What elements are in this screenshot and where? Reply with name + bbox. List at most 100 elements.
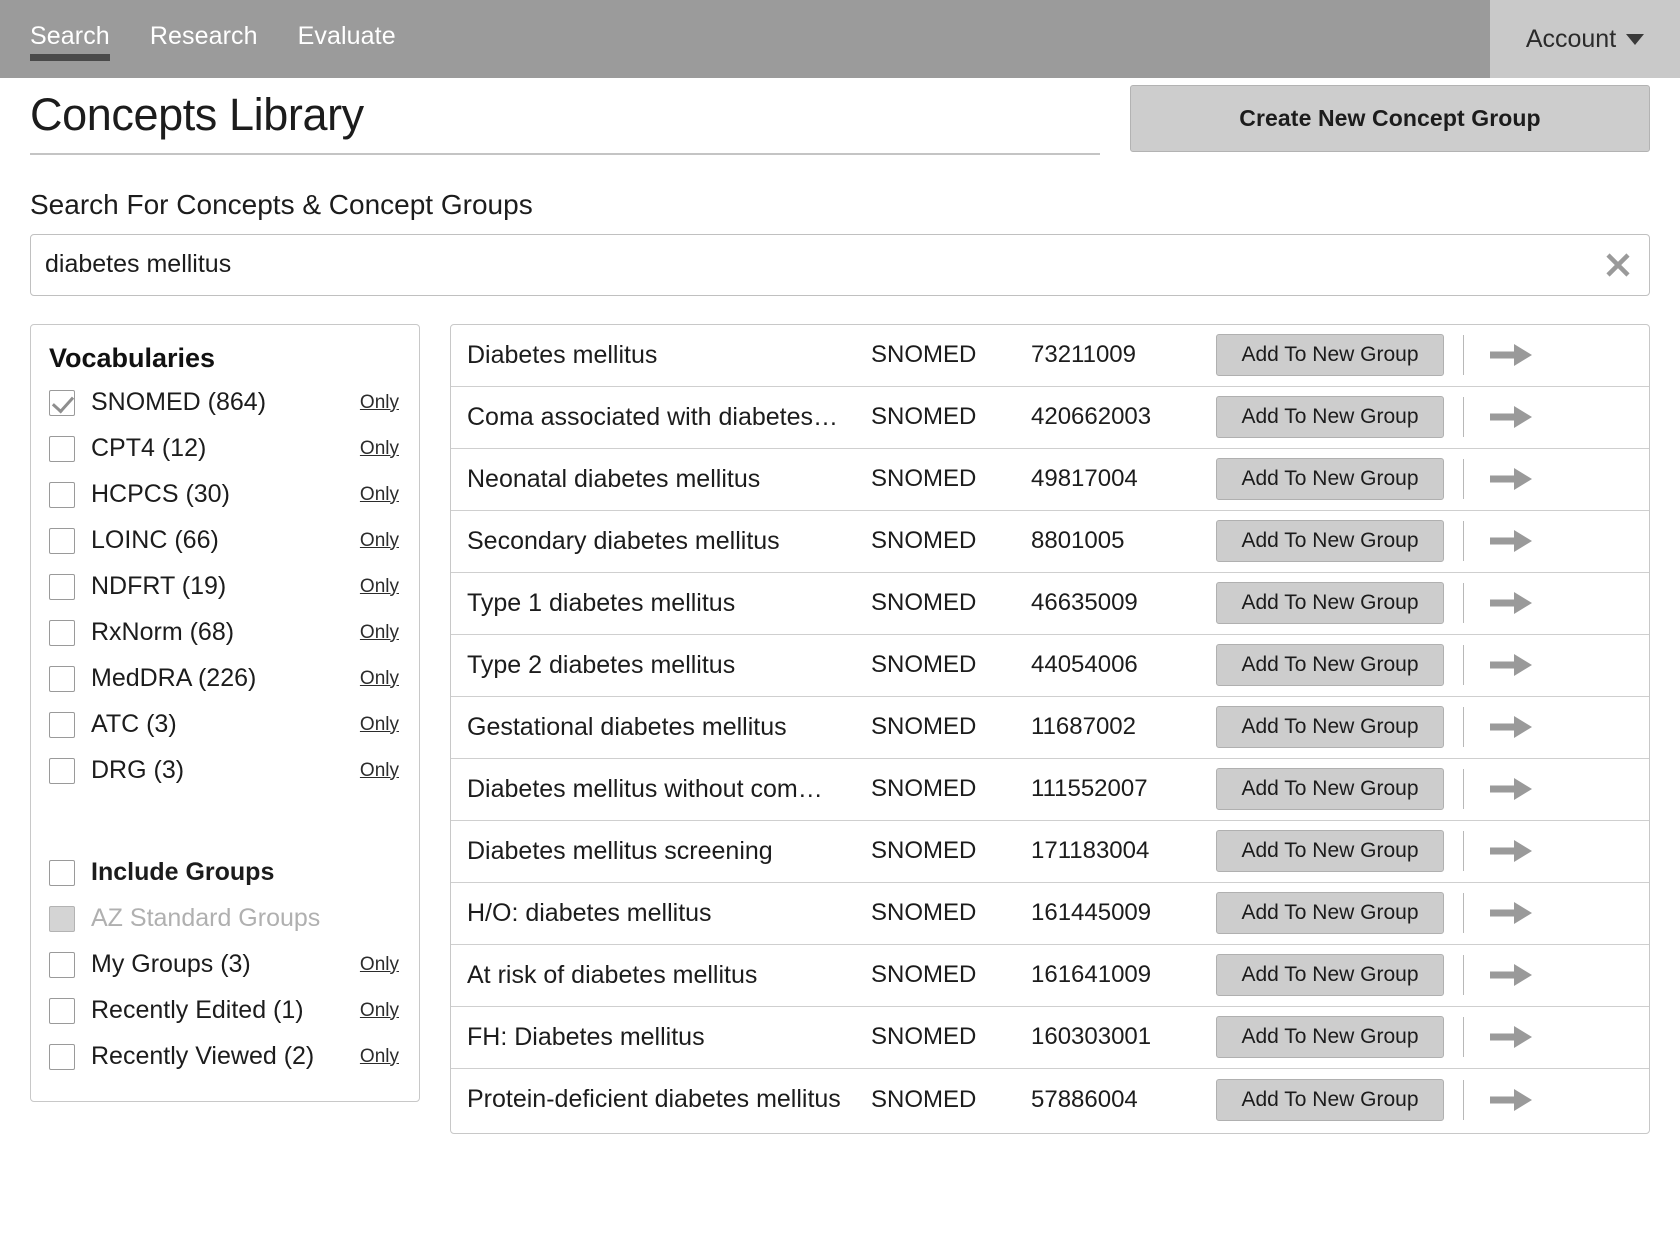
- nav-tab-evaluate[interactable]: Evaluate: [298, 0, 396, 49]
- filter-row[interactable]: My Groups (3) Only: [49, 942, 399, 988]
- arrow-right-icon[interactable]: [1490, 342, 1532, 368]
- checkbox-icon[interactable]: [49, 859, 75, 886]
- checkbox-icon[interactable]: [49, 389, 75, 416]
- filter-row[interactable]: ATC (3) Only: [49, 702, 399, 748]
- table-row[interactable]: Neonatal diabetes mellitus SNOMED 49817004…: [451, 449, 1649, 511]
- table-row[interactable]: FH: Diabetes mellitus SNOMED 160303001 Add …: [451, 1007, 1649, 1069]
- table-row[interactable]: Diabetes mellitus screening SNOMED 1711830…: [451, 821, 1649, 883]
- nav-tab-search[interactable]: Search: [30, 0, 110, 61]
- account-menu-button[interactable]: Account: [1490, 0, 1680, 78]
- add-to-new-group-button[interactable]: Add To New Group: [1216, 1016, 1444, 1059]
- filter-only-link[interactable]: Only: [360, 954, 399, 976]
- arrow-right-icon[interactable]: [1490, 1024, 1532, 1050]
- checkbox-icon[interactable]: [49, 1043, 75, 1070]
- search-field-label: Search For Concepts & Concept Groups: [30, 189, 533, 220]
- arrow-cell: [1461, 635, 1649, 696]
- arrow-right-icon[interactable]: [1490, 962, 1532, 988]
- add-to-new-group-button[interactable]: Add To New Group: [1216, 520, 1444, 563]
- nav-tab-research[interactable]: Research: [150, 0, 258, 49]
- add-to-new-group-button[interactable]: Add To New Group: [1216, 892, 1444, 935]
- table-row[interactable]: Coma associated with diabetes… SNOMED 4206…: [451, 387, 1649, 449]
- page-header: Concepts Library Create New Concept Grou…: [30, 78, 1650, 174]
- add-to-new-group-button[interactable]: Add To New Group: [1216, 582, 1444, 625]
- add-to-new-group-button[interactable]: Add To New Group: [1216, 706, 1444, 749]
- filter-only-link[interactable]: Only: [360, 622, 399, 644]
- table-row[interactable]: Type 2 diabetes mellitus SNOMED 44054006 Ad…: [451, 635, 1649, 697]
- arrow-right-icon[interactable]: [1490, 528, 1532, 554]
- filter-row[interactable]: DRG (3) Only: [49, 748, 399, 794]
- filter-only-link[interactable]: Only: [360, 438, 399, 460]
- concept-name: H/O: diabetes mellitus: [467, 898, 712, 927]
- checkbox-icon[interactable]: [49, 665, 75, 692]
- create-new-concept-group-button[interactable]: Create New Concept Group: [1130, 85, 1650, 152]
- concept-vocabulary: SNOMED: [871, 1023, 977, 1051]
- table-row[interactable]: H/O: diabetes mellitus SNOMED 161445009 Add…: [451, 883, 1649, 945]
- arrow-right-icon[interactable]: [1490, 900, 1532, 926]
- add-to-new-group-button[interactable]: Add To New Group: [1216, 830, 1444, 873]
- filter-row[interactable]: SNOMED (864) Only: [49, 380, 399, 426]
- concept-vocabulary: SNOMED: [871, 527, 977, 555]
- filter-row[interactable]: Recently Viewed (2) Only: [49, 1034, 399, 1080]
- checkbox-icon[interactable]: [49, 997, 75, 1024]
- checkbox-icon[interactable]: [49, 527, 75, 554]
- concept-name: Protein-deficient diabetes mellitus: [467, 1085, 841, 1114]
- checkbox-icon[interactable]: [49, 573, 75, 600]
- filter-row[interactable]: AZ Standard Groups: [49, 896, 399, 942]
- add-to-new-group-button[interactable]: Add To New Group: [1216, 396, 1444, 439]
- filter-row[interactable]: NDFRT (19) Only: [49, 564, 399, 610]
- table-row[interactable]: At risk of diabetes mellitus SNOMED 161641…: [451, 945, 1649, 1007]
- close-icon[interactable]: [1603, 250, 1633, 280]
- filter-only-link[interactable]: Only: [360, 668, 399, 690]
- concept-vocabulary: SNOMED: [871, 1085, 977, 1113]
- table-row[interactable]: Diabetes mellitus without com… SNOMED 1115…: [451, 759, 1649, 821]
- table-row[interactable]: Type 1 diabetes mellitus SNOMED 46635009 Ad…: [451, 573, 1649, 635]
- concept-name: Diabetes mellitus screening: [467, 836, 773, 865]
- filter-label: ATC (3): [91, 710, 177, 739]
- checkbox-icon[interactable]: [49, 435, 75, 462]
- checkbox-icon[interactable]: [49, 951, 75, 978]
- add-to-new-group-button[interactable]: Add To New Group: [1216, 644, 1444, 687]
- arrow-right-icon[interactable]: [1490, 1087, 1532, 1113]
- filter-only-link[interactable]: Only: [360, 576, 399, 598]
- filter-only-link[interactable]: Only: [360, 392, 399, 414]
- filter-label: DRG (3): [91, 756, 185, 785]
- table-row[interactable]: Secondary diabetes mellitus SNOMED 8801005…: [451, 511, 1649, 573]
- filter-row[interactable]: HCPCS (30) Only: [49, 472, 399, 518]
- arrow-right-icon[interactable]: [1490, 776, 1532, 802]
- add-to-new-group-button[interactable]: Add To New Group: [1216, 768, 1444, 811]
- table-row[interactable]: Gestational diabetes mellitus SNOMED 11687…: [451, 697, 1649, 759]
- arrow-right-icon[interactable]: [1490, 714, 1532, 740]
- action-cell: Add To New Group: [1216, 396, 1461, 439]
- checkbox-icon[interactable]: [49, 481, 75, 508]
- cell-divider: [1463, 1079, 1464, 1120]
- filter-only-link[interactable]: Only: [360, 484, 399, 506]
- add-to-new-group-button[interactable]: Add To New Group: [1216, 334, 1444, 377]
- filter-only-link[interactable]: Only: [360, 530, 399, 552]
- add-to-new-group-button[interactable]: Add To New Group: [1216, 1078, 1444, 1121]
- checkbox-icon[interactable]: [49, 619, 75, 646]
- arrow-right-icon[interactable]: [1490, 652, 1532, 678]
- filter-row[interactable]: Include Groups: [49, 850, 399, 896]
- checkbox-icon[interactable]: [49, 711, 75, 738]
- search-input[interactable]: [31, 234, 1649, 295]
- arrow-right-icon[interactable]: [1490, 590, 1532, 616]
- filter-row[interactable]: LOINC (66) Only: [49, 518, 399, 564]
- arrow-right-icon[interactable]: [1490, 838, 1532, 864]
- filter-row[interactable]: MedDRA (226) Only: [49, 656, 399, 702]
- arrow-right-icon[interactable]: [1490, 466, 1532, 492]
- filter-row[interactable]: Recently Edited (1) Only: [49, 988, 399, 1034]
- filter-only-link[interactable]: Only: [360, 714, 399, 736]
- arrow-right-icon[interactable]: [1490, 404, 1532, 430]
- add-to-new-group-button[interactable]: Add To New Group: [1216, 954, 1444, 997]
- checkbox-icon[interactable]: [49, 757, 75, 784]
- table-row[interactable]: Diabetes mellitus SNOMED 73211009 Add To Ne…: [451, 325, 1649, 387]
- filter-only-link[interactable]: Only: [360, 760, 399, 782]
- filter-row[interactable]: CPT4 (12) Only: [49, 426, 399, 472]
- cell-divider: [1463, 831, 1464, 872]
- filter-only-link[interactable]: Only: [360, 1046, 399, 1068]
- add-to-new-group-button[interactable]: Add To New Group: [1216, 458, 1444, 501]
- arrow-cell: [1461, 883, 1649, 944]
- filter-only-link[interactable]: Only: [360, 1000, 399, 1022]
- filter-row[interactable]: RxNorm (68) Only: [49, 610, 399, 656]
- table-row[interactable]: Protein-deficient diabetes mellitus SNOME…: [451, 1069, 1649, 1131]
